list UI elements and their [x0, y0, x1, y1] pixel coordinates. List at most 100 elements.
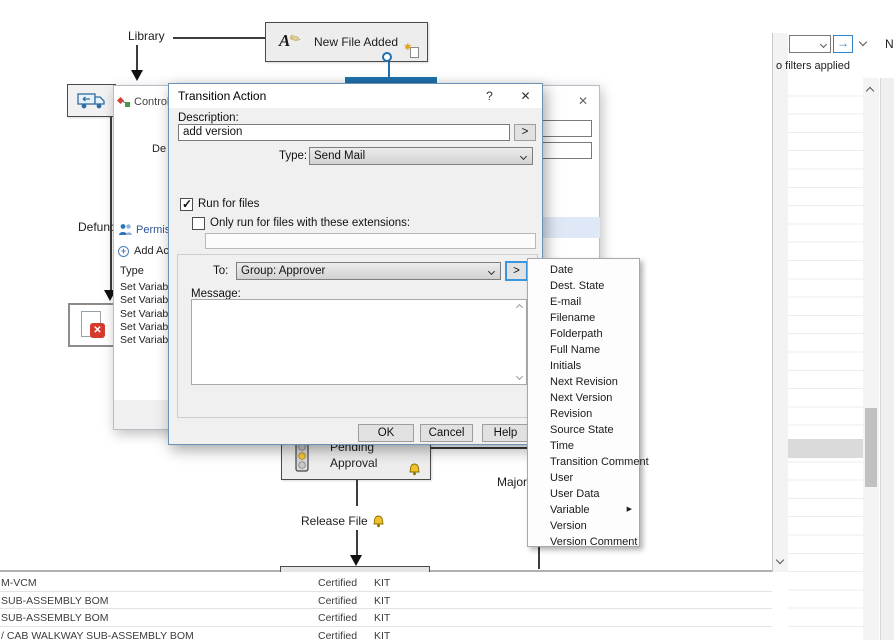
to-value: Group: Approver — [241, 265, 325, 277]
cell-state: Certified — [318, 612, 357, 624]
menu-item-variable[interactable]: Variable▶ — [528, 502, 639, 518]
menu-item-label: Variable — [550, 504, 590, 516]
menu-item-label: User — [550, 472, 573, 484]
description-label: Description: — [178, 112, 239, 124]
menu-item-label: Next Revision — [550, 376, 618, 388]
table-row[interactable]: / CAB WALKWAY SUB-ASSEMBLY BOMCertifiedK… — [0, 627, 772, 640]
scroll-up-icon[interactable] — [516, 304, 523, 311]
to-expand-button[interactable]: > — [505, 261, 528, 281]
connector-release-b — [356, 530, 358, 556]
right-panel-list[interactable] — [788, 78, 863, 640]
dialog-close-icon[interactable]: ✕ — [517, 88, 534, 104]
background-input-1[interactable] — [540, 120, 592, 137]
scroll-down-icon[interactable] — [516, 373, 523, 380]
cell-type: KIT — [374, 612, 390, 624]
menu-item-label: Initials — [550, 360, 581, 372]
background-input-2[interactable] — [540, 142, 592, 159]
to-label: To: — [213, 265, 228, 277]
release-bell-icon — [372, 515, 385, 528]
scrollbar-up-icon[interactable] — [866, 87, 874, 95]
cell-state: Certified — [318, 630, 357, 640]
menu-item-folderpath[interactable]: Folderpath — [528, 326, 639, 342]
menu-item-transition-comment[interactable]: Transition Comment — [528, 454, 639, 470]
menu-item-next-revision[interactable]: Next Revision — [528, 374, 639, 390]
menu-item-label: Next Version — [550, 392, 612, 404]
new-file-added-node[interactable]: A ✎ New File Added ✱ — [265, 22, 428, 62]
table-row[interactable]: SUB-ASSEMBLY BOMCertifiedKIT — [0, 609, 772, 627]
filters-applied-text: o filters applied — [776, 60, 850, 72]
menu-item-date[interactable]: Date — [528, 262, 639, 278]
file-error-badge-icon: ✕ — [90, 323, 105, 338]
ok-button[interactable]: OK — [358, 424, 414, 442]
menu-item-filename[interactable]: Filename — [528, 310, 639, 326]
menu-item-version[interactable]: Version — [528, 518, 639, 534]
menu-item-e-mail[interactable]: E-mail — [528, 294, 639, 310]
dialog-help-icon[interactable]: ? — [481, 88, 498, 104]
chevron-down-icon — [520, 153, 527, 160]
menu-item-revision[interactable]: Revision — [528, 406, 639, 422]
panel-vertical-scrollbar[interactable] — [863, 78, 879, 640]
go-arrow-button[interactable]: → — [833, 35, 853, 53]
type-value: Send Mail — [314, 150, 365, 162]
extensions-input[interactable] — [205, 233, 536, 249]
menu-item-label: Version — [550, 520, 587, 532]
menu-item-version-comment[interactable]: Version Comment — [528, 534, 639, 550]
scrollbar-thumb[interactable] — [865, 408, 877, 487]
table-row[interactable]: M-VCMCertifiedKIT — [0, 574, 772, 592]
description-input[interactable]: add version — [178, 124, 510, 141]
menu-item-source-state[interactable]: Source State — [528, 422, 639, 438]
connector-blue-line — [388, 62, 390, 78]
run-for-files-checkbox[interactable] — [180, 198, 193, 211]
scrollbar-down-icon[interactable] — [776, 556, 784, 564]
menu-item-label: Transition Comment — [550, 456, 649, 468]
menu-item-user-data[interactable]: User Data — [528, 486, 639, 502]
run-for-files-label: Run for files — [198, 198, 259, 210]
pending-approval-label-2: Approval — [330, 456, 377, 470]
add-action-plus-icon: + — [118, 246, 129, 257]
background-selected-row[interactable] — [543, 217, 600, 238]
defunct-state-node[interactable]: ✕ — [68, 303, 116, 347]
right-panel-selected-row[interactable] — [788, 439, 863, 458]
cell-name: / CAB WALKWAY SUB-ASSEMBLY BOM — [1, 630, 194, 640]
menu-item-dest-state[interactable]: Dest. State — [528, 278, 639, 294]
extensions-checkbox[interactable] — [192, 217, 205, 230]
released-state-node[interactable] — [280, 566, 430, 572]
to-combobox[interactable]: Group: Approver — [236, 262, 501, 280]
menu-item-initials[interactable]: Initials — [528, 358, 639, 374]
connector-library-down — [136, 45, 138, 71]
connector-node-icon[interactable] — [382, 52, 392, 62]
cell-type: KIT — [374, 595, 390, 607]
menu-item-label: Revision — [550, 408, 592, 420]
fragment-de-label: De — [152, 143, 166, 155]
menu-item-label: E-mail — [550, 296, 581, 308]
menu-item-full-name[interactable]: Full Name — [528, 342, 639, 358]
connector-library-newfile — [173, 37, 265, 39]
canvas-vertical-scrollbar[interactable] — [772, 33, 788, 572]
background-dialog-close-icon[interactable]: ✕ — [578, 94, 588, 108]
message-textarea[interactable] — [191, 299, 527, 385]
chevron-down-icon — [820, 41, 827, 48]
menu-item-next-version[interactable]: Next Version — [528, 390, 639, 406]
arrowhead-release — [350, 555, 362, 566]
menu-item-label: Source State — [550, 424, 614, 436]
table-row[interactable]: SUB-ASSEMBLY BOMCertifiedKIT — [0, 592, 772, 610]
notification-bell-icon — [408, 463, 421, 476]
major-transition-label[interactable]: Major — [497, 475, 527, 489]
dialog-titlebar[interactable]: Transition Action ? ✕ — [169, 84, 542, 108]
type-combobox[interactable]: Send Mail — [309, 147, 533, 165]
description-expand-button[interactable]: > — [514, 124, 536, 141]
filter-combobox[interactable] — [789, 35, 831, 53]
library-state-label[interactable]: Library — [128, 29, 165, 43]
cancel-button[interactable]: Cancel — [420, 424, 473, 442]
type-label: Type: — [279, 150, 307, 162]
connector-release-a — [356, 480, 358, 506]
menu-item-time[interactable]: Time — [528, 438, 639, 454]
truck-icon — [77, 91, 107, 111]
release-file-label[interactable]: Release File — [301, 514, 368, 528]
menu-item-user[interactable]: User — [528, 470, 639, 486]
cell-state: Certified — [318, 577, 357, 589]
help-button[interactable]: Help — [482, 424, 529, 442]
cell-state: Certified — [318, 595, 357, 607]
truck-state-node[interactable] — [67, 84, 116, 117]
background-dialog-footer — [114, 400, 168, 429]
